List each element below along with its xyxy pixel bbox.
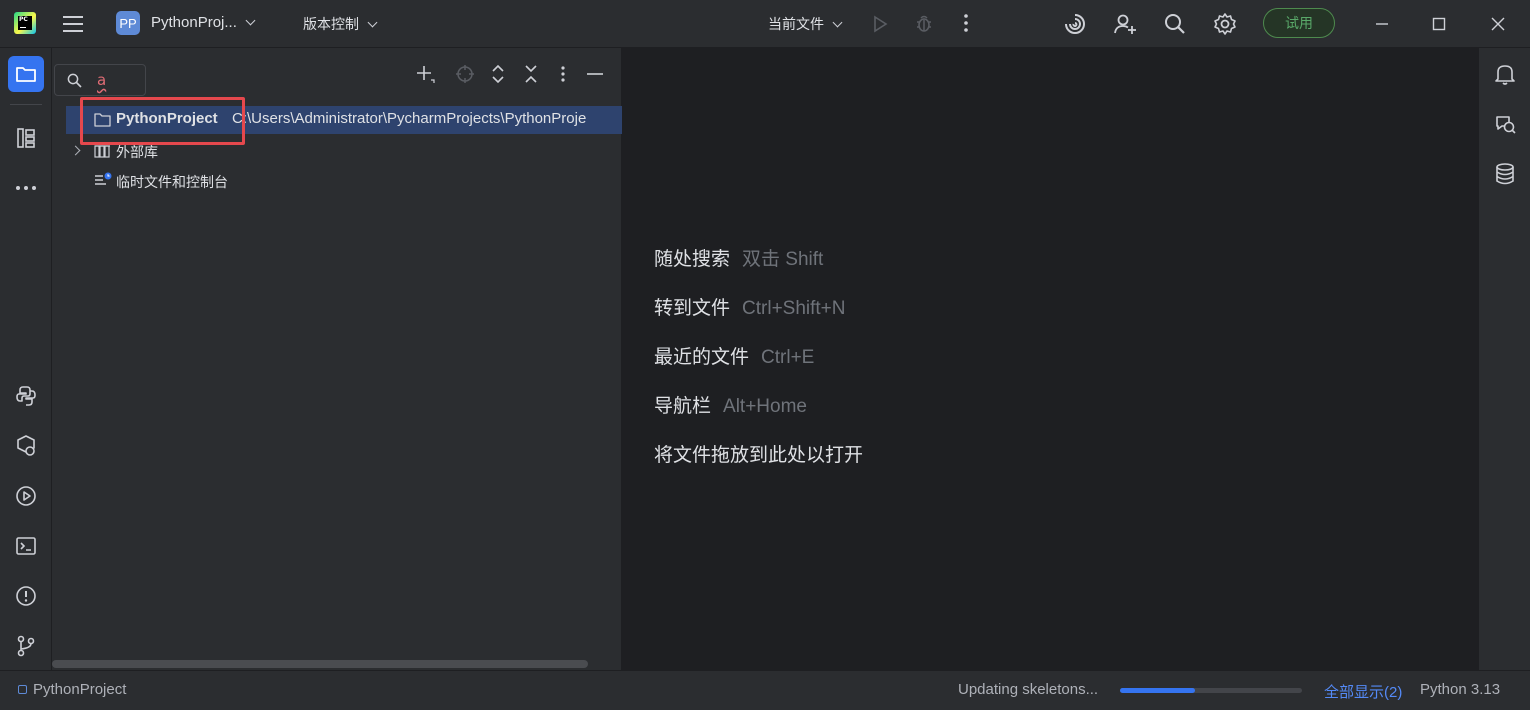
run-icon[interactable] <box>868 12 892 36</box>
locate-file-icon[interactable] <box>454 63 476 85</box>
main-menu-button[interactable] <box>62 13 84 35</box>
search-icon <box>67 73 82 92</box>
run-config-label: 当前文件 <box>768 17 824 33</box>
highlight-box <box>80 97 245 145</box>
title-bar: PC PP PythonProj... 版本控制 当前文件 试用 <box>0 0 1530 48</box>
right-tool-strip <box>1478 48 1530 670</box>
add-icon[interactable] <box>414 63 436 85</box>
tree-row-label: 临时文件和控制台 <box>116 175 228 191</box>
more-actions-icon[interactable] <box>954 11 978 35</box>
module-icon <box>18 685 27 694</box>
tree-row-label: 外部库 <box>116 145 158 161</box>
run-tool-icon[interactable] <box>8 478 44 514</box>
search-query: a <box>97 71 107 89</box>
run-config-selector[interactable]: 当前文件 <box>768 14 843 34</box>
maximize-window-icon[interactable] <box>1427 12 1451 36</box>
trial-button[interactable]: 试用 <box>1263 8 1335 38</box>
more-tools-icon[interactable] <box>8 170 44 206</box>
hint-shortcut: 双击 Shift <box>742 249 824 270</box>
vcs-label: 版本控制 <box>303 17 359 33</box>
show-all-tasks-link[interactable]: 全部显示(2) <box>1324 681 1402 702</box>
python-packages-icon[interactable] <box>8 378 44 414</box>
horizontal-scrollbar[interactable] <box>52 660 588 668</box>
tree-row-path: C:\Users\Administrator\PycharmProjects\P… <box>232 110 587 127</box>
strip-divider <box>10 104 42 105</box>
hide-panel-icon[interactable] <box>584 63 606 85</box>
expand-arrow-icon[interactable] <box>70 145 81 156</box>
gear-icon[interactable] <box>1212 11 1238 37</box>
database-icon[interactable] <box>1489 158 1521 190</box>
services-icon[interactable] <box>8 428 44 464</box>
hint-recent-files: 最近的文件 Ctrl+E <box>654 342 814 369</box>
background-task-text[interactable]: Updating skeletons... <box>958 681 1098 698</box>
minimize-window-icon[interactable] <box>1370 12 1394 36</box>
vcs-menu[interactable]: 版本控制 <box>303 14 378 34</box>
collapse-all-icon[interactable] <box>520 63 542 85</box>
options-menu-icon[interactable] <box>552 63 574 85</box>
hint-search-everywhere: 随处搜索 双击 Shift <box>654 244 823 271</box>
hint-action[interactable]: 转到文件 <box>654 298 730 319</box>
hint-action: 将文件拖放到此处以打开 <box>654 445 864 466</box>
scratches-icon <box>94 172 112 192</box>
terminal-icon[interactable] <box>8 528 44 564</box>
project-badge[interactable]: PP <box>116 11 140 35</box>
hint-action[interactable]: 最近的文件 <box>654 347 749 368</box>
chevron-down-icon <box>367 17 378 27</box>
notifications-bell-icon[interactable] <box>1489 58 1521 90</box>
chevron-down-icon <box>245 15 256 26</box>
project-tool-folder-icon[interactable] <box>8 56 44 92</box>
status-bar: PythonProject Updating skeletons... 全部显示… <box>0 670 1530 710</box>
left-tool-strip <box>0 48 52 670</box>
ai-assistant-icon[interactable] <box>1062 11 1088 37</box>
hint-action[interactable]: 导航栏 <box>654 396 711 417</box>
debug-icon[interactable] <box>912 11 936 35</box>
breadcrumb[interactable]: PythonProject <box>33 681 126 698</box>
speed-search-field[interactable]: a <box>54 64 146 96</box>
hint-shortcut: Ctrl+E <box>761 347 815 368</box>
close-window-icon[interactable] <box>1486 12 1510 36</box>
structure-icon[interactable] <box>8 120 44 156</box>
interpreter-selector[interactable]: Python 3.13 <box>1420 681 1500 698</box>
add-user-icon[interactable] <box>1112 11 1138 37</box>
pycharm-logo-icon[interactable]: PC <box>14 12 36 34</box>
search-icon[interactable] <box>1162 11 1188 37</box>
tree-row-scratches[interactable]: 临时文件和控制台 <box>52 167 622 195</box>
library-icon <box>94 143 111 162</box>
background-task-progress[interactable] <box>1120 688 1302 693</box>
editor-empty-state: 随处搜索 双击 Shift 转到文件 Ctrl+Shift+N 最近的文件 Ctrl+… <box>622 48 1478 670</box>
progress-fill <box>1120 688 1195 693</box>
ai-chat-icon[interactable] <box>1489 108 1521 140</box>
hint-action[interactable]: 随处搜索 <box>654 249 730 270</box>
expand-all-icon[interactable] <box>487 63 509 85</box>
chevron-down-icon <box>832 17 843 27</box>
hint-drop-files: 将文件拖放到此处以打开 <box>654 440 863 467</box>
hint-go-to-file: 转到文件 Ctrl+Shift+N <box>654 293 846 320</box>
project-name: PythonProj... <box>151 14 237 31</box>
hint-shortcut: Alt+Home <box>723 396 807 417</box>
hint-navigation-bar: 导航栏 Alt+Home <box>654 391 807 418</box>
project-switcher[interactable]: PythonProj... <box>151 14 256 31</box>
git-branch-icon[interactable] <box>8 628 44 664</box>
problems-icon[interactable] <box>8 578 44 614</box>
hint-shortcut: Ctrl+Shift+N <box>742 298 846 319</box>
